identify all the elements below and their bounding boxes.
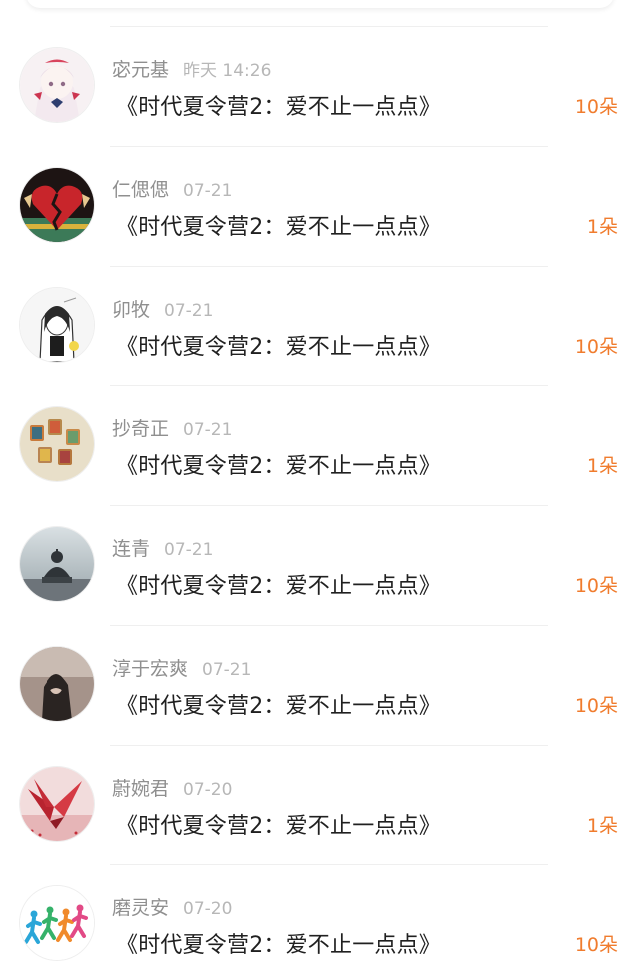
flower-count: 10朵 xyxy=(574,934,618,957)
gift-records-page: 宓元基 昨天 14:26 《时代夏令营2：爱不止一点点》 10朵 仁偲偲 07-2 xyxy=(0,0,640,973)
row-divider xyxy=(110,385,548,387)
flower-count: 1朵 xyxy=(586,814,618,837)
row-divider xyxy=(110,26,548,27)
username[interactable]: 宓元基 xyxy=(112,59,169,81)
user-avatar[interactable] xyxy=(20,407,94,482)
row-divider xyxy=(110,505,548,506)
gift-record-row[interactable]: 淳于宏爽 07-21 《时代夏令营2：爱不止一点点》 10朵 xyxy=(0,624,640,745)
row-meta: 卯牧 07-21 xyxy=(112,295,213,321)
book-title[interactable]: 《时代夏令营2：爱不止一点点》 xyxy=(116,209,441,241)
flower-count: 1朵 xyxy=(586,215,618,238)
row-meta: 仁偲偲 07-21 xyxy=(112,175,232,201)
runners-avatar-icon xyxy=(20,886,94,961)
row-meta: 磨灵安 07-20 xyxy=(112,893,232,919)
flower-count: 10朵 xyxy=(574,96,618,118)
book-title[interactable]: 《时代夏令营2：爱不止一点点》 xyxy=(116,89,441,121)
user-avatar[interactable] xyxy=(20,886,94,961)
gift-record-row[interactable]: 蔚婉君 07-20 《时代夏令营2：爱不止一点点》 1朵 xyxy=(0,744,640,865)
username[interactable]: 蔚婉君 xyxy=(112,778,169,800)
dark-portrait-avatar-icon xyxy=(20,646,94,721)
timestamp: 07-20 xyxy=(183,899,233,920)
gift-record-row[interactable]: 连青 07-21 《时代夏令营2：爱不止一点点》 10朵 xyxy=(0,505,640,625)
timestamp: 07-21 xyxy=(183,180,233,201)
timestamp: 07-21 xyxy=(202,659,252,680)
anime-girl-avatar-icon xyxy=(20,48,94,122)
gift-record-row[interactable]: 抄奇正 07-21 《时代夏令营2：爱不止一点点》 1朵 xyxy=(0,385,640,505)
timestamp: 07-21 xyxy=(164,300,214,321)
row-meta: 宓元基 昨天 14:26 xyxy=(112,55,271,81)
row-meta: 蔚婉君 07-20 xyxy=(112,774,232,800)
buddha-statue-avatar-icon xyxy=(20,527,94,601)
gift-record-row[interactable]: 宓元基 昨天 14:26 《时代夏令营2：爱不止一点点》 10朵 xyxy=(0,26,640,146)
user-avatar[interactable] xyxy=(20,527,94,601)
flower-count: 10朵 xyxy=(574,335,618,358)
book-title[interactable]: 《时代夏令营2：爱不止一点点》 xyxy=(116,927,441,959)
user-avatar[interactable] xyxy=(20,766,94,841)
row-divider xyxy=(110,265,548,267)
timestamp: 昨天 14:26 xyxy=(183,61,272,81)
username[interactable]: 抄奇正 xyxy=(112,418,169,440)
row-divider xyxy=(110,624,548,626)
flower-count: 1朵 xyxy=(586,455,618,478)
timestamp: 07-21 xyxy=(164,540,214,560)
sketch-girl-avatar-icon xyxy=(20,287,94,362)
row-divider xyxy=(110,744,548,746)
book-title[interactable]: 《时代夏令营2：爱不止一点点》 xyxy=(116,568,441,600)
gift-record-row[interactable]: 卯牧 07-21 《时代夏令营2：爱不止一点点》 10朵 xyxy=(0,265,640,386)
flower-count: 10朵 xyxy=(574,575,618,597)
broken-heart-avatar-icon xyxy=(20,167,94,242)
flower-count: 10朵 xyxy=(574,694,618,717)
book-title[interactable]: 《时代夏令营2：爱不止一点点》 xyxy=(116,808,441,840)
book-title[interactable]: 《时代夏令营2：爱不止一点点》 xyxy=(116,688,441,720)
row-meta: 淳于宏爽 07-21 xyxy=(112,654,251,680)
username[interactable]: 仁偲偲 xyxy=(112,179,169,201)
user-avatar[interactable] xyxy=(20,646,94,721)
row-meta: 抄奇正 07-21 xyxy=(112,414,232,440)
row-meta: 连青 07-21 xyxy=(112,534,213,560)
timestamp: 07-21 xyxy=(183,420,233,441)
gift-record-row[interactable]: 仁偲偲 07-21 《时代夏令营2：爱不止一点点》 1朵 xyxy=(0,145,640,266)
user-avatar[interactable] xyxy=(20,48,94,122)
gift-record-row[interactable]: 磨灵安 07-20 《时代夏令营2：爱不止一点点》 10朵 xyxy=(0,864,640,973)
book-title[interactable]: 《时代夏令营2：爱不止一点点》 xyxy=(116,329,441,361)
username[interactable]: 淳于宏爽 xyxy=(112,658,188,680)
book-title[interactable]: 《时代夏令营2：爱不止一点点》 xyxy=(116,448,441,480)
username[interactable]: 磨灵安 xyxy=(112,897,169,919)
user-avatar[interactable] xyxy=(20,167,94,242)
username[interactable]: 连青 xyxy=(112,538,150,560)
thread-spools-avatar-icon xyxy=(20,407,94,482)
row-divider xyxy=(110,864,548,866)
gift-list: 宓元基 昨天 14:26 《时代夏令营2：爱不止一点点》 10朵 仁偲偲 07-2 xyxy=(0,26,640,973)
header-card xyxy=(26,0,614,8)
row-divider xyxy=(110,145,548,147)
paper-crane-avatar-icon xyxy=(20,766,94,841)
user-avatar[interactable] xyxy=(20,287,94,362)
username[interactable]: 卯牧 xyxy=(112,299,150,321)
timestamp: 07-20 xyxy=(183,779,233,800)
